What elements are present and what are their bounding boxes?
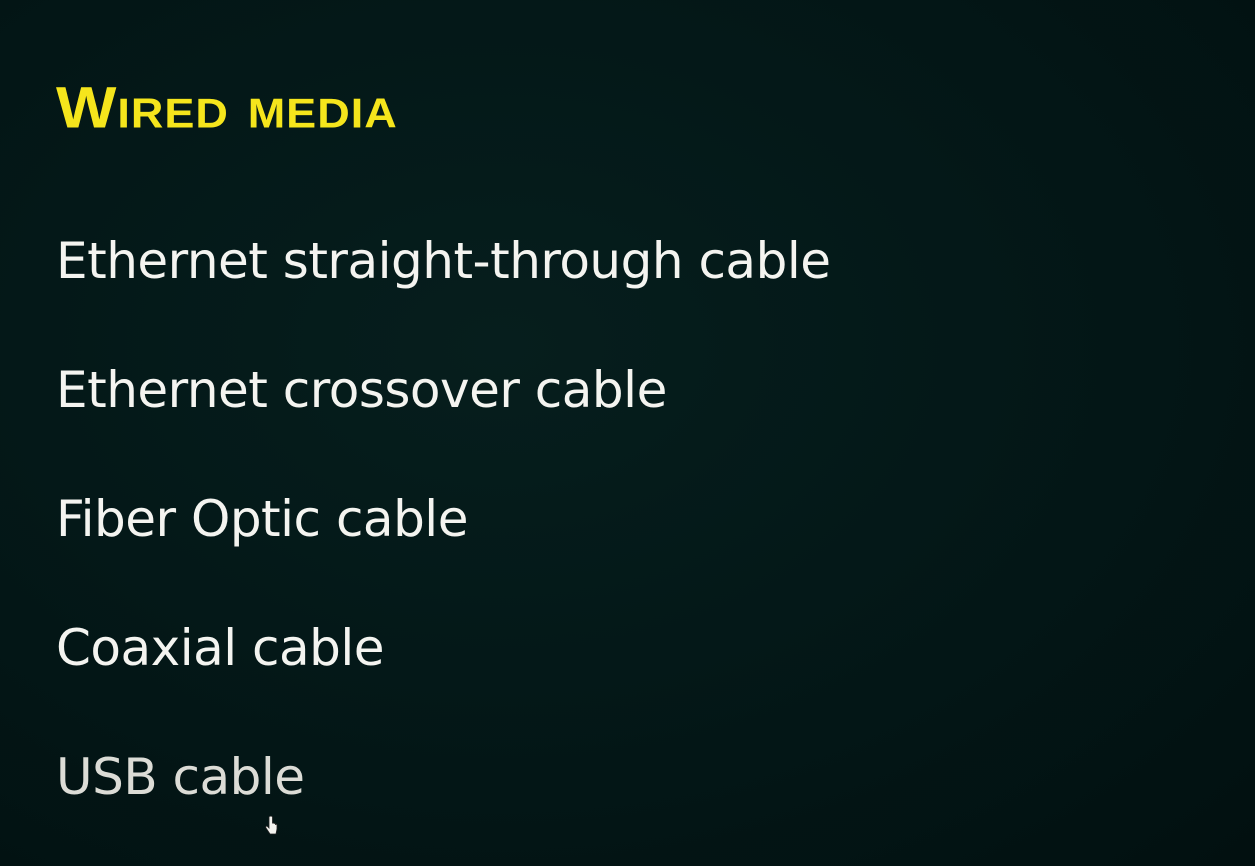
slide-title: Wired media: [56, 74, 398, 141]
list-item: Ethernet straight-through cable: [56, 232, 831, 290]
slide: Wired media Ethernet straight-through ca…: [0, 0, 1255, 866]
bullet-list: Ethernet straight-through cable Ethernet…: [56, 232, 831, 816]
list-item: USB cable: [56, 748, 305, 806]
list-item: Fiber Optic cable: [56, 490, 468, 548]
list-item: Ethernet crossover cable: [56, 361, 667, 419]
hand-pointer-icon: [265, 815, 278, 835]
list-item: Coaxial cable: [56, 619, 385, 677]
